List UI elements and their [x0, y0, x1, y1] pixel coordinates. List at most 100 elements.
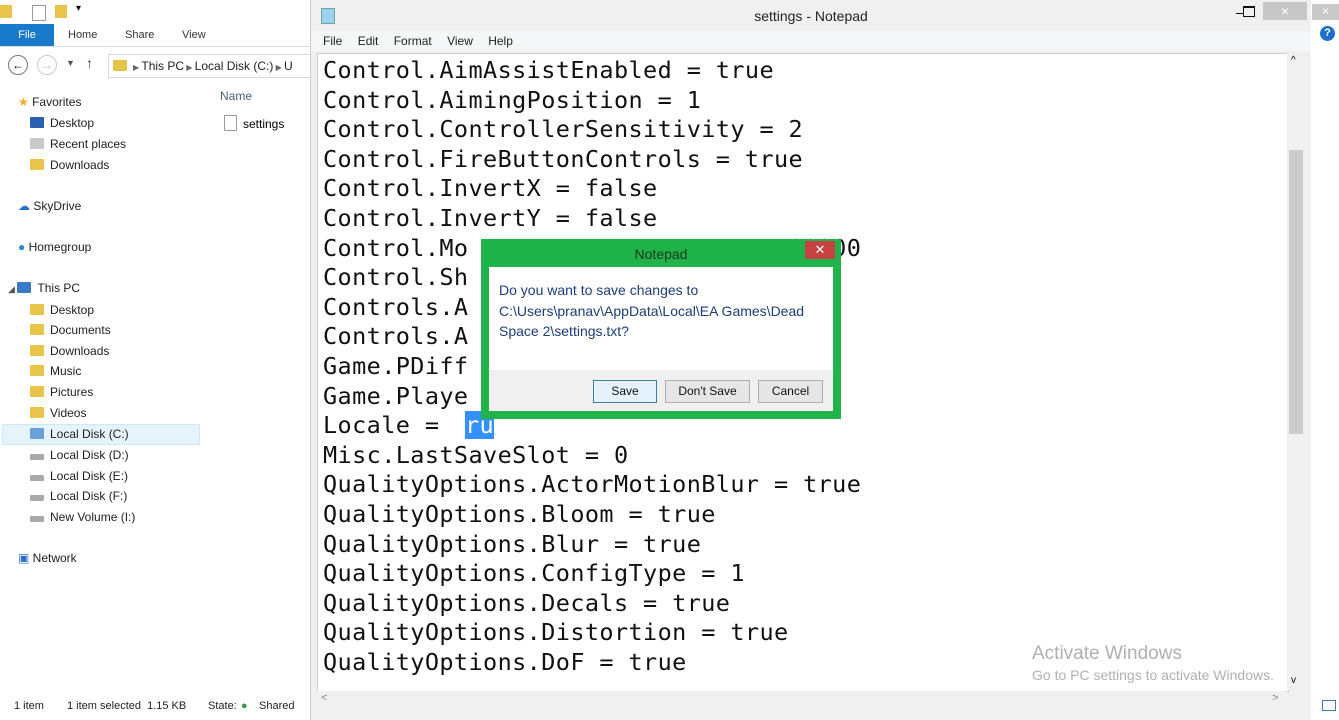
save-button[interactable]: Save [593, 380, 657, 403]
text-line: QualityOptions.Blur = true [323, 529, 702, 558]
file-explorer-window: ▾ File Home Share View ← → ▼ ↑ ▶ This PC… [0, 0, 312, 720]
text-line: Control.Sh [323, 263, 469, 292]
nav-local-disk-d[interactable]: Local Disk (D:) [30, 448, 129, 462]
new-folder-icon[interactable] [55, 5, 67, 18]
address-bar[interactable]: ▶ This PC ▶ Local Disk (C:) ▶ U [108, 54, 312, 78]
help-icon[interactable]: ? [1320, 26, 1335, 41]
nav-music[interactable]: Music [30, 364, 81, 378]
nav-desktop[interactable]: Desktop [30, 116, 94, 130]
nav-homegroup[interactable]: ● Homegroup [18, 240, 91, 254]
dialog-close-button[interactable]: ✕ [805, 241, 835, 259]
menu-format[interactable]: Format [394, 34, 432, 48]
dialog-body: Do you want to save changes to C:\Users\… [489, 267, 833, 370]
cancel-button[interactable]: Cancel [758, 380, 823, 403]
menu-file[interactable]: File [323, 34, 342, 48]
cloud-icon: ☁ [18, 199, 34, 213]
breadcrumb-this-pc[interactable]: This PC [141, 59, 184, 73]
nav-label: Downloads [50, 158, 110, 172]
explorer-close-button[interactable]: × [1312, 4, 1339, 20]
activation-watermark-subtitle: Go to PC settings to activate Windows. [1032, 667, 1274, 683]
nav-skydrive[interactable]: ☁ SkyDrive [18, 199, 81, 213]
nav-network[interactable]: ▣ Network [18, 551, 77, 565]
scroll-down-icon[interactable]: v [1291, 675, 1296, 686]
star-icon: ★ [18, 95, 33, 109]
nav-new-volume-i[interactable]: New Volume (I:) [30, 510, 135, 524]
text-line: QualityOptions.ConfigType = 1 [323, 559, 745, 588]
breadcrumb-user[interactable]: U [284, 59, 293, 73]
network-icon: ▣ [18, 551, 33, 565]
nav-recent-places[interactable]: Recent places [30, 137, 126, 151]
folder-icon[interactable] [0, 5, 12, 18]
text-line: QualityOptions.Decals = true [323, 588, 731, 617]
nav-pictures[interactable]: Pictures [30, 385, 93, 399]
properties-icon[interactable] [32, 5, 46, 21]
nav-label: Desktop [50, 116, 95, 130]
text-line: Game.Playe [323, 381, 469, 410]
tab-file[interactable]: File [0, 24, 54, 46]
nav-local-disk-f[interactable]: Local Disk (F:) [30, 489, 127, 503]
quick-access-toolbar: ▾ [0, 0, 310, 24]
forward-button[interactable]: → [37, 55, 57, 75]
scroll-left-icon[interactable]: < [321, 692, 327, 704]
menu-bar: File Edit Format View Help [311, 31, 1311, 51]
tab-share[interactable]: Share [125, 29, 154, 41]
menu-edit[interactable]: Edit [358, 34, 379, 48]
nav-label: This PC [37, 281, 81, 295]
customize-dropdown-icon[interactable]: ▾ [76, 3, 81, 14]
up-button[interactable]: ↑ [86, 55, 93, 71]
nav-label: Music [50, 364, 82, 378]
drive-icon [30, 495, 44, 501]
dont-save-button[interactable]: Don't Save [665, 380, 750, 403]
tab-home[interactable]: Home [68, 29, 97, 41]
nav-documents[interactable]: Documents [30, 323, 111, 337]
nav-local-disk-c[interactable]: Local Disk (C:) [30, 427, 129, 441]
downloads-icon [30, 159, 44, 170]
nav-label: New Volume (I:) [50, 510, 136, 524]
details-view-icon[interactable] [1322, 700, 1336, 711]
column-header-name[interactable]: Name [220, 89, 252, 103]
nav-favorites[interactable]: ★ Favorites [18, 95, 81, 109]
nav-pc-desktop[interactable]: Desktop [30, 303, 94, 317]
breadcrumb-local-disk[interactable]: Local Disk (C:) [195, 59, 274, 73]
nav-this-pc[interactable]: ◢ This PC [8, 281, 80, 295]
computer-icon [17, 282, 32, 293]
nav-pc-downloads[interactable]: Downloads [30, 344, 109, 358]
nav-label: Videos [50, 406, 87, 420]
nav-downloads[interactable]: Downloads [30, 158, 109, 172]
desktop-icon [30, 117, 44, 128]
text-line: QualityOptions.Distortion = true [323, 618, 789, 647]
recent-locations-icon[interactable]: ▼ [66, 58, 75, 68]
nav-label: Local Disk (F:) [50, 489, 128, 503]
drive-icon [30, 516, 44, 522]
maximize-button[interactable] [1243, 6, 1255, 17]
text-line: QualityOptions.Bloom = true [323, 500, 716, 528]
state-value: Shared [259, 700, 295, 712]
nav-label: Local Disk (C:) [50, 427, 129, 441]
folder-icon [30, 345, 44, 356]
status-bar: 1 item 1 item selected 1.15 KB State: ● … [0, 697, 310, 717]
collapse-icon[interactable]: ◢ [8, 284, 17, 294]
text-line: Control.AimAssistEnabled = true [323, 56, 774, 84]
nav-label: Homegroup [28, 240, 92, 254]
dialog-message: Do you want to save changes to C:\Users\… [499, 282, 805, 339]
drive-icon [30, 475, 44, 481]
nav-label: SkyDrive [33, 199, 82, 213]
scroll-up-icon[interactable]: ^ [1291, 55, 1296, 66]
text-line: Control.InvertX = false [323, 174, 658, 203]
menu-help[interactable]: Help [488, 34, 513, 48]
text-line: Controls.A [323, 322, 469, 351]
nav-label: Local Disk (E:) [50, 469, 129, 483]
scrollbar-thumb[interactable] [1289, 150, 1303, 434]
back-button[interactable]: ← [8, 55, 28, 75]
explorer-right-edge: × ? [1312, 0, 1339, 720]
horizontal-scrollbar[interactable]: < > [317, 691, 1287, 708]
nav-local-disk-e[interactable]: Local Disk (E:) [30, 469, 128, 483]
menu-view[interactable]: View [447, 34, 473, 48]
close-button[interactable]: × [1263, 2, 1307, 20]
nav-videos[interactable]: Videos [30, 406, 86, 420]
text-line: Control.AimingPosition = 1 [323, 85, 702, 114]
tab-view[interactable]: View [182, 29, 206, 41]
folder-icon [30, 304, 44, 315]
scroll-right-icon[interactable]: > [1272, 692, 1278, 704]
file-item-settings[interactable]: settings [218, 114, 310, 134]
